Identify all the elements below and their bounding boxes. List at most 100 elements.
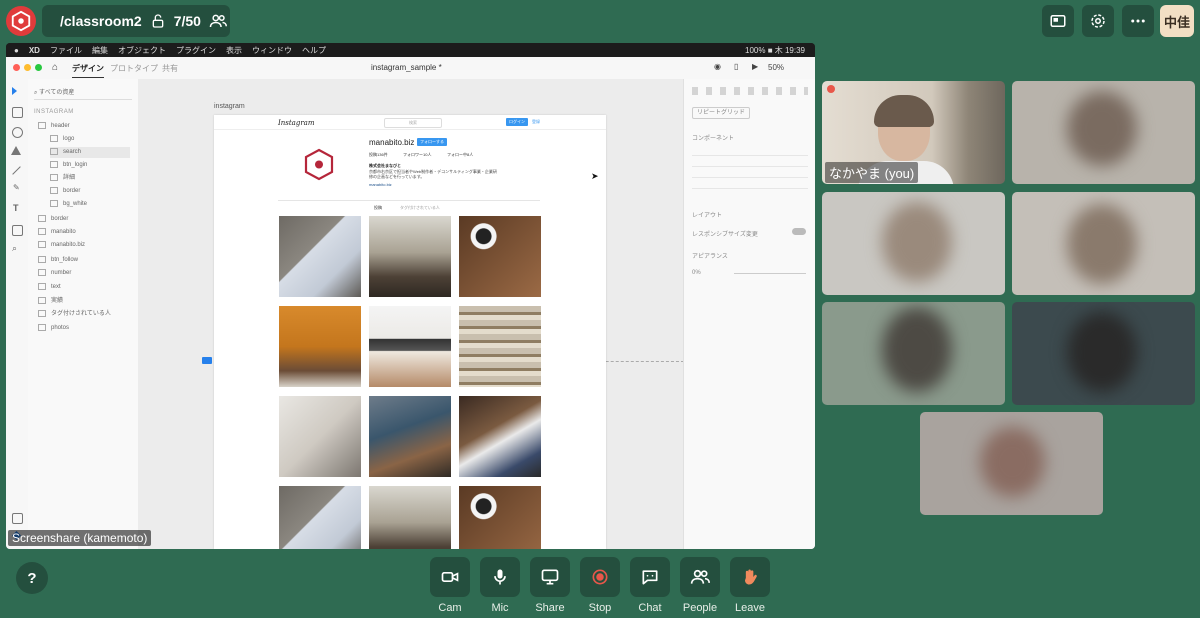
layout-label: レイアウト (692, 213, 723, 219)
minimize-icon (24, 64, 31, 71)
menubar-status: 100% ■ 木 19:39 (745, 45, 805, 55)
chat-icon (642, 570, 658, 585)
layer-header: header (38, 121, 70, 132)
video-tile-participant-2[interactable] (1012, 81, 1195, 184)
xd-window: ⌂ デザイン プロトタイプ 共有 instagram_sample * ◉ ▯ … (6, 57, 815, 549)
menu-xd: XD (28, 45, 40, 55)
more-button[interactable] (1122, 5, 1154, 37)
mouse-cursor-icon: ➤ (591, 171, 599, 181)
video-tile-participant-6[interactable] (1012, 302, 1195, 405)
picture-in-picture-button[interactable] (1042, 5, 1074, 37)
line-tool-icon (12, 166, 21, 175)
video-tile-participant-4[interactable] (1012, 192, 1195, 295)
layers-title: INSTAGRAM (34, 109, 74, 115)
screen-share-icon (541, 569, 559, 585)
help-button[interactable]: ? (16, 562, 48, 594)
close-icon (13, 64, 20, 71)
people-button[interactable]: People (680, 557, 720, 615)
participant-count: 7/50 (173, 13, 201, 29)
repeat-grid-button: リピートグリッド (692, 107, 750, 119)
video-tile-participant-3[interactable] (822, 192, 1005, 295)
menu-view: 表示 (225, 45, 242, 55)
profile-username: manabito.biz (369, 138, 415, 147)
participant-hair (874, 95, 934, 127)
guide-marker (202, 357, 212, 364)
people-icon[interactable] (209, 12, 227, 30)
insta-login-button: ログイン (506, 118, 528, 126)
layer-tagged: タグ付けされている人 (38, 309, 111, 320)
stop-button[interactable]: Stop (580, 557, 620, 615)
device-icon: ▯ (734, 62, 739, 71)
menu-object: オブジェクト (117, 45, 166, 55)
component-label: コンポーネント (692, 136, 735, 142)
people-icon (690, 569, 710, 584)
layer-results: 実績 (38, 296, 63, 307)
mic-button[interactable]: Mic (480, 557, 520, 615)
unlock-icon[interactable] (150, 13, 166, 29)
blurred-face (1067, 91, 1137, 166)
gear-icon (1091, 14, 1105, 28)
chat-button[interactable]: Chat (630, 557, 670, 615)
layer-manabito: manabito (38, 227, 76, 238)
layer-number: number (38, 268, 71, 279)
property-inspector: リピートグリッド コンポーネント レイアウト レスポンシブサイズ変更 アピアラン… (683, 79, 815, 549)
layer-photos: photos (38, 323, 69, 334)
mac-menubar: ● XD ファイル 編集 オブジェクト プラグイン 表示 ウィンドウ ヘルプ 1… (6, 43, 815, 57)
menu-help: ヘルプ (301, 45, 326, 55)
photo-notebook (279, 216, 361, 297)
leave-button[interactable]: Leave (730, 557, 770, 615)
header-divider (214, 129, 606, 130)
pen-tool-icon: ✎ (13, 183, 20, 192)
microphone-icon (494, 569, 506, 585)
tab-posts: 投稿 (374, 205, 382, 210)
layer-border: border (50, 186, 80, 197)
apple-icon: ● (14, 45, 19, 55)
video-tile-participant-5[interactable] (822, 302, 1005, 405)
artboard-label: instagram (214, 103, 245, 110)
settings-button[interactable] (1082, 5, 1114, 37)
appearance-label: アピアランス (692, 254, 728, 260)
screenshare-view: ● XD ファイル 編集 オブジェクト プラグイン 表示 ウィンドウ ヘルプ 1… (6, 43, 815, 549)
xd-toolbar: ✎ T ⌕ (6, 79, 29, 549)
layer-detail: 詳細 (50, 173, 75, 184)
menu-edit: 編集 (91, 45, 108, 55)
screenshare-label: Screenshare (kamemoto) (8, 530, 152, 546)
layer-btn-follow: btn_follow (38, 255, 78, 266)
play-icon: ▶ (752, 62, 759, 71)
search-icon: ⌕ (34, 90, 38, 96)
photo-typing (279, 306, 361, 387)
layer-border-2: border (38, 214, 68, 225)
photo-laptop (369, 306, 451, 387)
app-logo[interactable] (6, 6, 36, 36)
layer-manabito-biz: manabito.biz (38, 240, 85, 251)
opacity-value: 0% (692, 270, 701, 276)
waving-hand-icon (745, 569, 757, 585)
profile-bio: 京都市右京区で担当者やWeb制作者・デコンサルティング事業・企業研修の企画などを… (369, 169, 497, 179)
instagram-artboard: Instagram 検索 ログイン 登録 manabito.biz フォローする… (214, 115, 606, 549)
cam-button[interactable]: Cam (430, 557, 470, 615)
responsive-toggle (792, 228, 806, 235)
polygon-tool-icon (11, 146, 21, 155)
profile-divider (278, 200, 540, 201)
photo-meeting-2 (369, 486, 451, 549)
you-label: なかやま (you) (825, 162, 919, 183)
leave-label: Leave (735, 602, 765, 614)
blurred-face (882, 307, 952, 392)
blurred-face (1067, 204, 1137, 284)
stat-posts: 投稿136件 (369, 152, 388, 157)
responsive-label: レスポンシブサイズ変更 (692, 232, 758, 238)
zoom-icon (35, 64, 42, 71)
artboard-tool-icon (12, 225, 23, 236)
layer-btn-login: btn_login (50, 160, 87, 171)
blurred-face (882, 202, 952, 282)
ellipse-tool-icon (12, 127, 23, 138)
xd-titlebar: ⌂ デザイン プロトタイプ 共有 instagram_sample * ◉ ▯ … (6, 57, 815, 80)
menu-window: ウィンドウ (251, 45, 292, 55)
follow-button: フォローする (417, 138, 447, 146)
more-dots-icon (1131, 19, 1145, 23)
share-button[interactable]: Share (530, 557, 570, 615)
video-tile-participant-7[interactable] (920, 412, 1103, 515)
photo-coffee-desk (459, 216, 541, 297)
manabito-hexagon-icon (304, 148, 334, 181)
user-avatar[interactable]: 中佳 (1160, 5, 1194, 37)
